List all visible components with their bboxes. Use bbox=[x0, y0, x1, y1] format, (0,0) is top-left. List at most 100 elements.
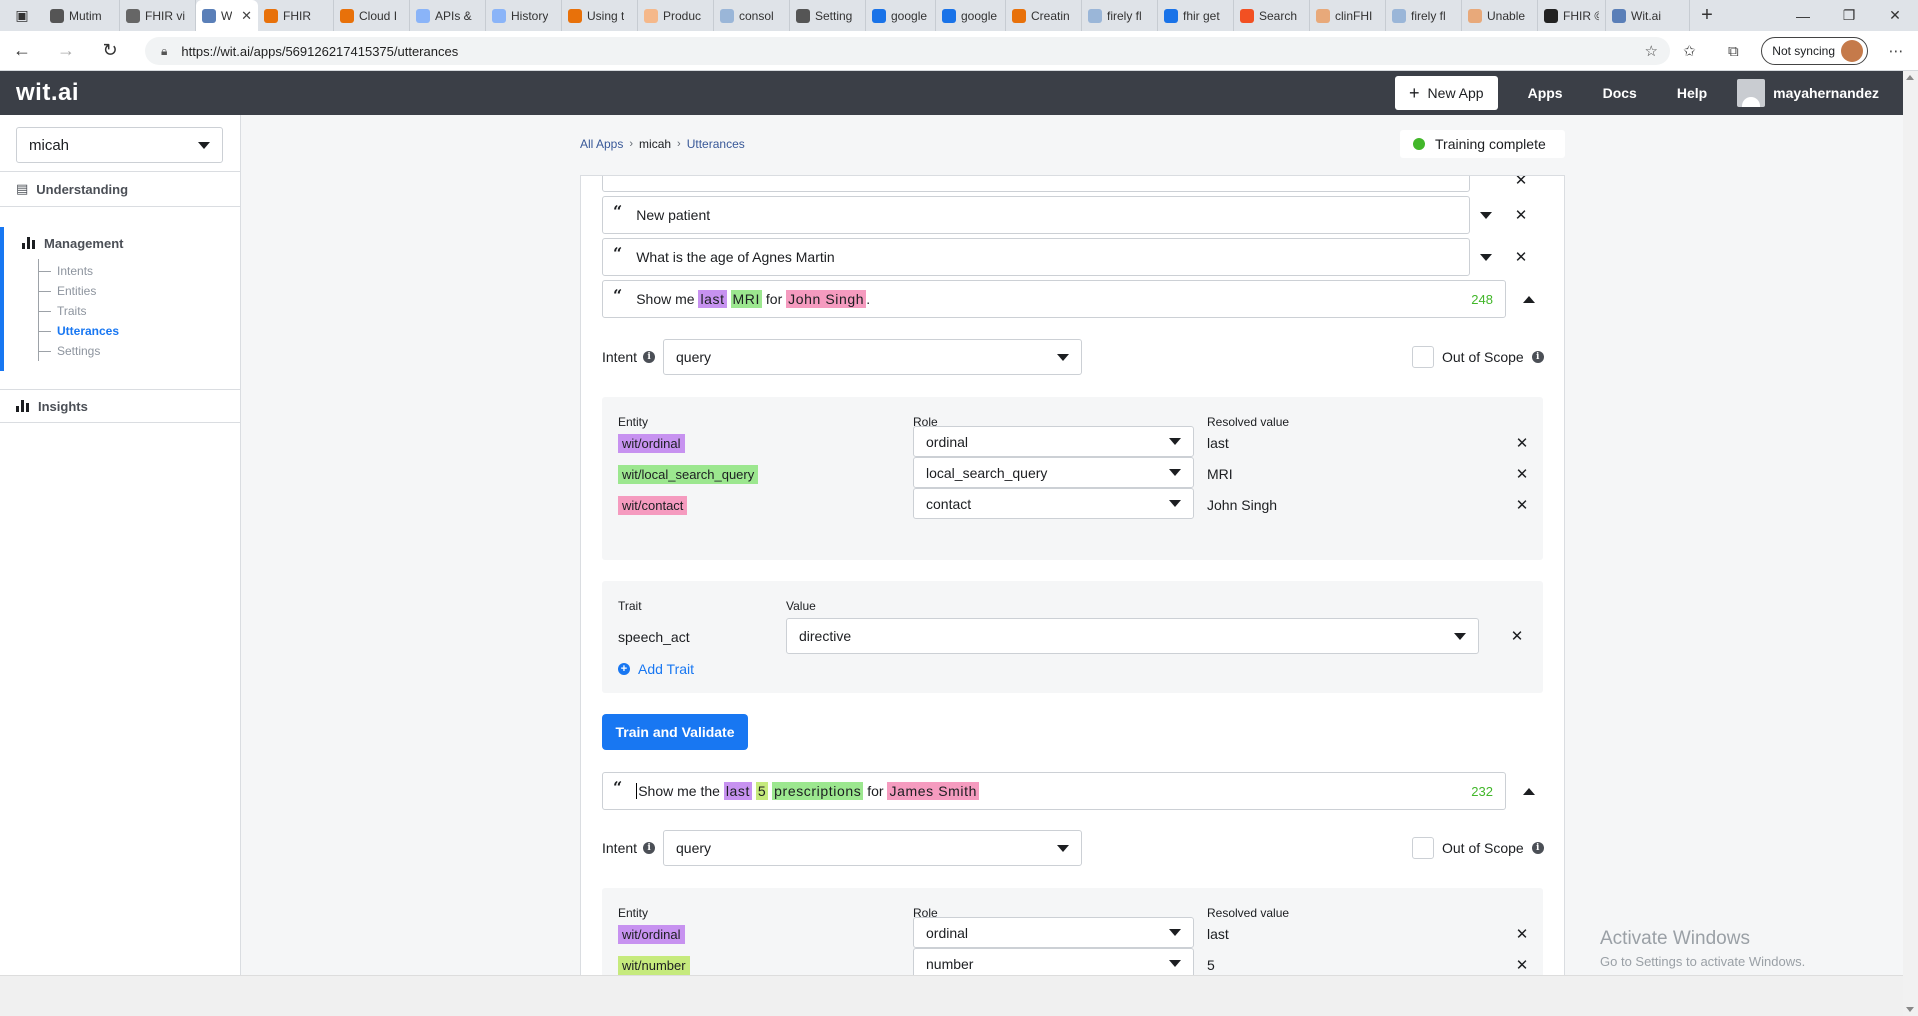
chevron-up-icon[interactable] bbox=[1519, 289, 1539, 309]
app-selector[interactable]: micah bbox=[16, 127, 223, 163]
browser-tab[interactable]: firely fl bbox=[1386, 0, 1462, 31]
sidebar-item-settings[interactable]: Settings bbox=[39, 341, 240, 361]
entity-tag[interactable]: wit/ordinal bbox=[618, 925, 685, 944]
close-window-icon[interactable]: ✕ bbox=[1872, 0, 1918, 31]
entity-highlight[interactable]: last bbox=[698, 290, 727, 308]
entity-highlight[interactable]: MRI bbox=[730, 290, 762, 308]
breadcrumb-utterances[interactable]: Utterances bbox=[687, 137, 745, 151]
train-and-validate-button[interactable]: Train and Validate bbox=[602, 714, 748, 750]
browser-tab[interactable]: Search bbox=[1234, 0, 1310, 31]
browser-tab[interactable]: google bbox=[866, 0, 936, 31]
browser-tab[interactable]: FHIR bbox=[258, 0, 334, 31]
browser-tab[interactable]: Unable bbox=[1462, 0, 1538, 31]
chevron-down-icon[interactable] bbox=[1476, 247, 1496, 267]
role-select[interactable]: ordinal bbox=[913, 917, 1194, 948]
info-icon[interactable]: i bbox=[1531, 842, 1544, 854]
close-icon[interactable]: ✕ bbox=[1511, 176, 1531, 190]
user-menu[interactable]: mayahernandez bbox=[1727, 79, 1903, 107]
browser-tab[interactable]: Wit.ai bbox=[1606, 0, 1690, 31]
trait-value-select[interactable]: directive bbox=[786, 618, 1479, 654]
entity-highlight[interactable]: James Smith bbox=[887, 782, 979, 800]
sidebar-item-utterances[interactable]: Utterances bbox=[39, 321, 240, 341]
chevron-down-icon[interactable] bbox=[1476, 205, 1496, 225]
restore-icon[interactable]: ❐ bbox=[1826, 0, 1872, 31]
breadcrumb-all-apps[interactable]: All Apps bbox=[580, 137, 623, 151]
entity-highlight[interactable]: last bbox=[723, 782, 752, 800]
out-of-scope-checkbox[interactable] bbox=[1412, 346, 1434, 368]
chevron-up-icon[interactable] bbox=[1519, 781, 1539, 801]
browser-tab[interactable]: consol bbox=[714, 0, 790, 31]
collections-icon[interactable]: ⧉ bbox=[1711, 31, 1755, 71]
delete-utterance-icon[interactable]: ✕ bbox=[1511, 205, 1531, 225]
nav-link-docs[interactable]: Docs bbox=[1583, 85, 1657, 101]
add-trait-button[interactable]: + Add Trait bbox=[618, 661, 694, 677]
browser-tab[interactable]: Cloud I bbox=[334, 0, 410, 31]
entity-highlight[interactable]: 5 bbox=[755, 782, 769, 800]
browser-tab[interactable]: google bbox=[936, 0, 1006, 31]
info-icon[interactable]: i bbox=[1531, 351, 1544, 363]
sidebar-item-entities[interactable]: Entities bbox=[39, 281, 240, 301]
profile-sync-button[interactable]: Not syncing bbox=[1761, 37, 1868, 65]
remove-entity-icon[interactable]: ✕ bbox=[1513, 434, 1531, 452]
intent-select[interactable]: query bbox=[663, 339, 1082, 375]
browser-tab[interactable]: Setting bbox=[790, 0, 866, 31]
info-icon[interactable]: i bbox=[643, 842, 656, 854]
utterance-row-expanded[interactable]: “ Show me last MRI for John Singh. 248 bbox=[602, 280, 1506, 318]
refresh-icon[interactable]: ↻ bbox=[88, 31, 132, 71]
out-of-scope-checkbox[interactable] bbox=[1412, 837, 1434, 859]
delete-utterance-icon[interactable]: ✕ bbox=[1511, 247, 1531, 267]
utterance-row[interactable]: “ What is the age of Agnes Martin bbox=[602, 238, 1470, 276]
entity-tag[interactable]: wit/ordinal bbox=[618, 434, 685, 453]
intent-select[interactable]: query bbox=[663, 830, 1082, 866]
browser-tab[interactable]: History bbox=[486, 0, 562, 31]
vertical-scrollbar[interactable] bbox=[1903, 71, 1918, 1016]
browser-tab[interactable]: Creatin bbox=[1006, 0, 1082, 31]
management-header[interactable]: Management bbox=[4, 227, 240, 259]
browser-tab[interactable]: Using t bbox=[562, 0, 638, 31]
browser-tab[interactable]: firely fl bbox=[1082, 0, 1158, 31]
role-select[interactable]: contact bbox=[913, 488, 1194, 519]
browser-tab[interactable]: clinFHI bbox=[1310, 0, 1386, 31]
utterance-row[interactable]: “ New patient bbox=[602, 196, 1470, 234]
entity-highlight[interactable]: prescriptions bbox=[772, 782, 864, 800]
favorites-icon[interactable]: ✩ bbox=[1667, 31, 1711, 71]
new-tab-button[interactable]: + bbox=[1690, 0, 1724, 31]
sidebar-item-traits[interactable]: Traits bbox=[39, 301, 240, 321]
minimize-icon[interactable]: — bbox=[1780, 0, 1826, 31]
info-icon[interactable]: i bbox=[643, 351, 656, 363]
favorite-star-icon[interactable]: ☆ bbox=[1645, 42, 1658, 60]
role-select[interactable]: local_search_query bbox=[913, 457, 1194, 488]
sidebar-section-understanding[interactable]: ▤ Understanding bbox=[0, 171, 240, 207]
browser-tab[interactable]: Produc bbox=[638, 0, 714, 31]
new-app-button[interactable]: + New App bbox=[1395, 76, 1498, 110]
wit-logo[interactable]: wit.ai bbox=[16, 79, 79, 107]
browser-tab[interactable]: fhir get bbox=[1158, 0, 1234, 31]
forward-icon[interactable]: → bbox=[44, 31, 88, 71]
close-tab-icon[interactable]: ✕ bbox=[241, 8, 252, 24]
entity-tag[interactable]: wit/local_search_query bbox=[618, 465, 759, 484]
sidebar-section-insights[interactable]: Insights bbox=[0, 389, 240, 423]
lock-icon[interactable]: 🔒︎ bbox=[161, 44, 167, 59]
url-field[interactable]: 🔒︎ https://wit.ai/apps/569126217415375/u… bbox=[145, 37, 1670, 65]
remove-entity-icon[interactable]: ✕ bbox=[1513, 956, 1531, 974]
remove-trait-icon[interactable]: ✕ bbox=[1508, 627, 1526, 645]
remove-entity-icon[interactable]: ✕ bbox=[1513, 925, 1531, 943]
browser-tab[interactable]: APIs & bbox=[410, 0, 486, 31]
utterance-row-partial[interactable] bbox=[602, 176, 1470, 192]
role-select[interactable]: ordinal bbox=[913, 426, 1194, 457]
nav-link-help[interactable]: Help bbox=[1657, 85, 1727, 101]
back-icon[interactable]: ← bbox=[0, 31, 44, 71]
remove-entity-icon[interactable]: ✕ bbox=[1513, 465, 1531, 483]
entity-tag[interactable]: wit/number bbox=[618, 956, 690, 975]
browser-tab[interactable]: Wi ✕ bbox=[196, 0, 258, 31]
sidebar-item-intents[interactable]: Intents bbox=[39, 261, 240, 281]
browser-tab[interactable]: FHIR © bbox=[1538, 0, 1606, 31]
browser-tab[interactable]: FHIR vi bbox=[120, 0, 196, 31]
browser-tab[interactable]: Mutim bbox=[44, 0, 120, 31]
remove-entity-icon[interactable]: ✕ bbox=[1513, 496, 1531, 514]
utterance-row-expanded[interactable]: “ Show me the last 5 prescriptions for J… bbox=[602, 772, 1506, 810]
entity-highlight[interactable]: John Singh bbox=[786, 290, 867, 308]
entity-tag[interactable]: wit/contact bbox=[618, 496, 688, 515]
nav-link-apps[interactable]: Apps bbox=[1508, 85, 1583, 101]
tab-actions-icon[interactable]: ▣ bbox=[0, 0, 44, 31]
